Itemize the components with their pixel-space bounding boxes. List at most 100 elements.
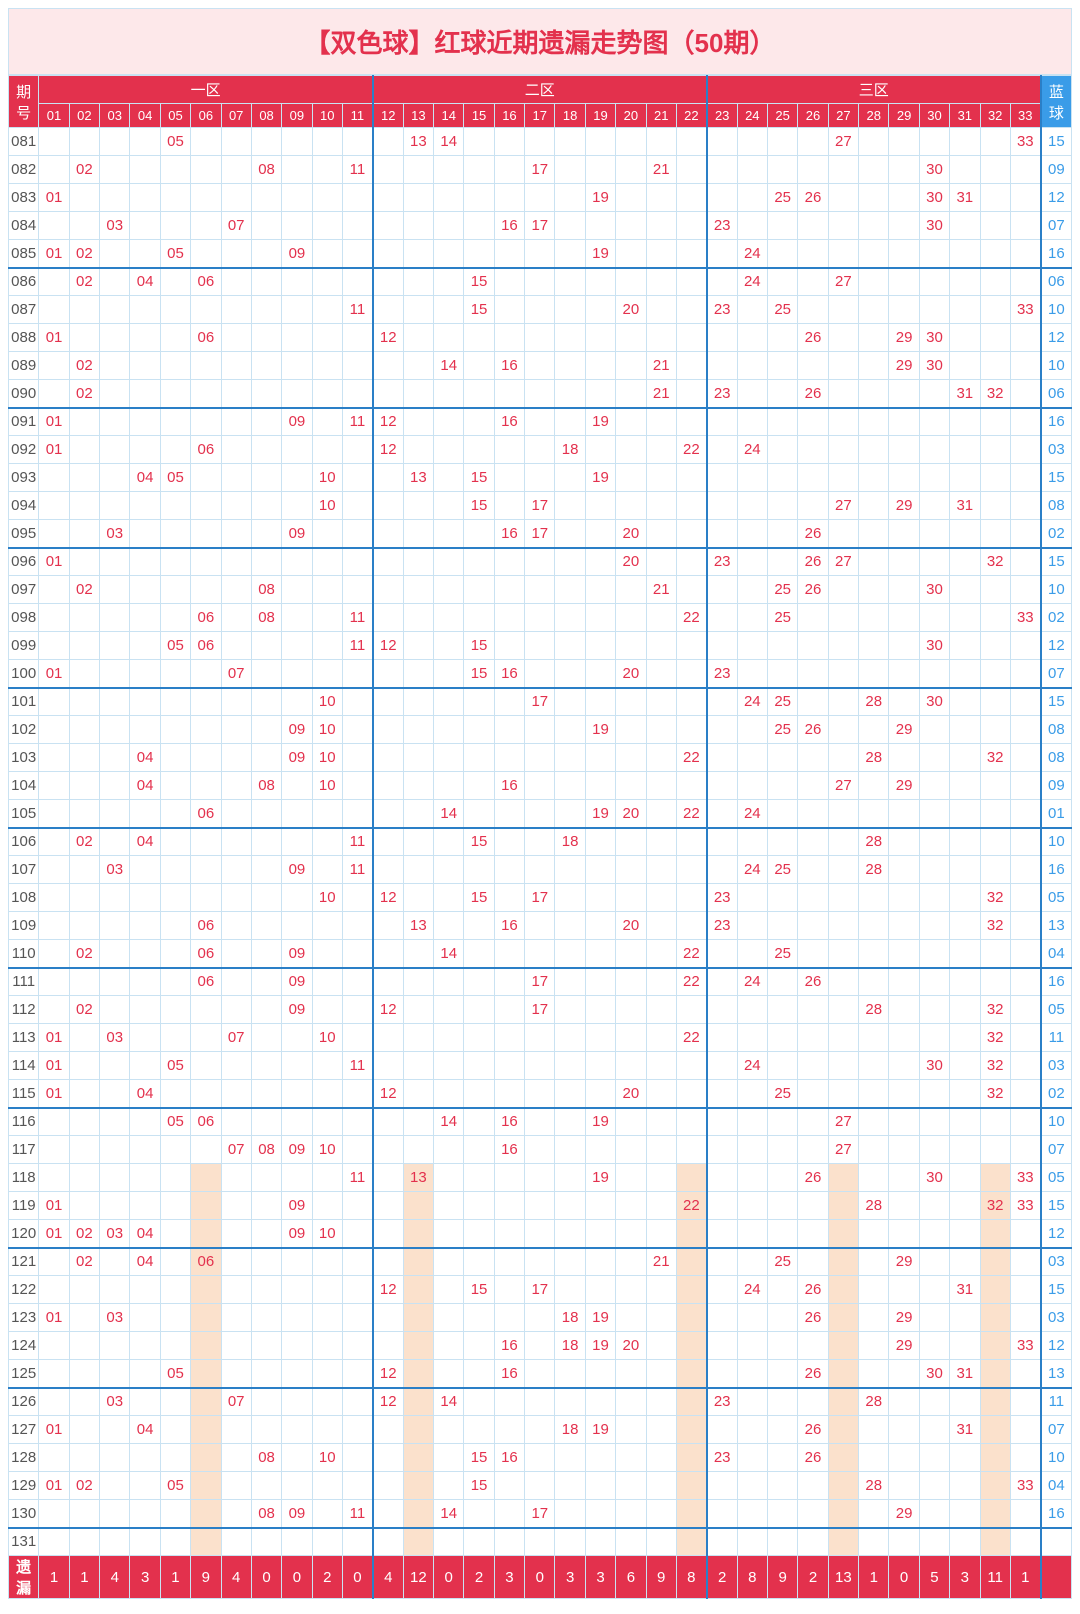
red-cell: 29 [889,1248,919,1276]
red-cell [464,1108,494,1136]
red-cell: 18 [555,828,585,856]
red-cell [889,1108,919,1136]
red-cell [100,660,130,688]
red-cell [282,352,312,380]
red-cell [980,772,1010,800]
red-cell [373,240,403,268]
red-cell: 22 [676,604,706,632]
red-cell: 20 [616,520,646,548]
col-header-04: 04 [130,104,160,128]
blue-cell: 06 [1041,380,1072,408]
red-cell: 14 [434,1388,464,1416]
red-cell [69,1360,99,1388]
blue-cell: 07 [1041,1136,1072,1164]
red-cell [859,1528,889,1556]
red-cell [251,660,281,688]
red-cell: 08 [251,576,281,604]
red-cell: 04 [130,744,160,772]
red-cell [707,1052,737,1080]
red-cell [373,548,403,576]
red-cell [889,632,919,660]
red-cell [798,212,828,240]
red-cell: 33 [1010,1332,1040,1360]
red-cell [646,1164,676,1192]
red-cell [69,1500,99,1528]
red-cell [221,1248,251,1276]
red-cell [69,856,99,884]
red-cell: 02 [69,576,99,604]
red-cell [555,1052,585,1080]
red-cell [342,1332,372,1360]
red-cell [555,772,585,800]
period-cell: 108 [9,884,39,912]
red-cell [494,296,524,324]
red-cell [160,1444,190,1472]
red-cell [191,1136,221,1164]
red-cell [798,464,828,492]
red-cell [919,1528,949,1556]
red-cell [646,884,676,912]
red-cell [737,352,767,380]
red-cell [221,716,251,744]
red-cell: 30 [919,688,949,716]
red-cell [494,1276,524,1304]
table-row: 12001020304091012 [9,1220,1072,1248]
red-cell [494,1052,524,1080]
red-cell [342,1080,372,1108]
period-cell: 093 [9,464,39,492]
red-cell [100,968,130,996]
red-cell: 20 [616,912,646,940]
red-cell [859,184,889,212]
red-cell [585,1528,615,1556]
red-cell [221,940,251,968]
red-cell [828,800,858,828]
red-cell [525,1024,555,1052]
red-cell [676,1136,706,1164]
red-cell [767,1388,797,1416]
red-cell: 10 [312,1136,342,1164]
red-cell [950,772,980,800]
red-cell [494,1388,524,1416]
col-header-29: 29 [889,104,919,128]
red-cell: 02 [69,268,99,296]
red-cell [342,352,372,380]
red-cell [373,660,403,688]
col-header-21: 21 [646,104,676,128]
red-cell [859,1304,889,1332]
red-cell [767,800,797,828]
red-cell [191,240,221,268]
red-cell: 32 [980,1192,1010,1220]
footer-cell: 8 [676,1556,706,1599]
red-cell [859,1136,889,1164]
red-cell: 04 [130,1416,160,1444]
red-cell [980,1248,1010,1276]
red-cell [494,1220,524,1248]
red-cell [494,548,524,576]
red-cell: 19 [585,1108,615,1136]
red-cell: 02 [69,1472,99,1500]
red-cell [585,996,615,1024]
red-cell [646,800,676,828]
red-cell [646,744,676,772]
red-cell [1010,1220,1040,1248]
red-cell [828,828,858,856]
red-cell [555,380,585,408]
red-cell: 02 [69,996,99,1024]
red-cell [585,604,615,632]
red-cell [251,1024,281,1052]
red-cell [525,1528,555,1556]
table-row: 08902141621293010 [9,352,1072,380]
red-cell: 30 [919,1360,949,1388]
red-cell [889,1444,919,1472]
blue-cell: 10 [1041,828,1072,856]
red-cell [919,744,949,772]
red-cell [221,1192,251,1220]
table-row: 08301192526303112 [9,184,1072,212]
red-cell [707,1136,737,1164]
red-cell [221,1528,251,1556]
red-cell [646,716,676,744]
red-cell [342,1388,372,1416]
red-cell: 16 [494,352,524,380]
red-cell: 16 [494,1444,524,1472]
red-cell [221,436,251,464]
